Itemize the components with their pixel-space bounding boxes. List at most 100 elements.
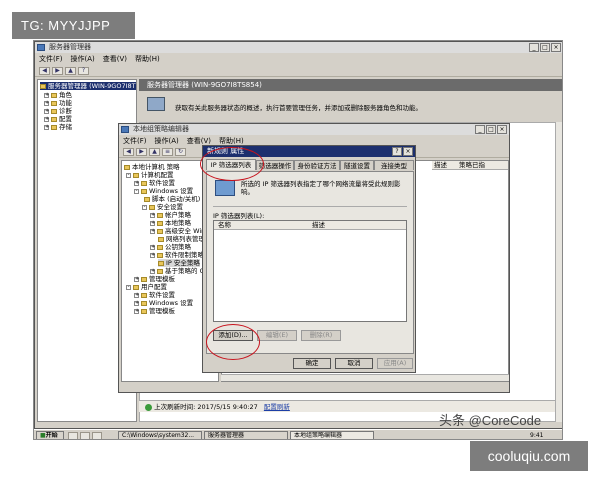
taskbar-item-cmd[interactable]: C:\Windows\system32...	[118, 431, 202, 439]
expand-icon[interactable]: +	[150, 268, 155, 274]
back-icon[interactable]: ◀	[39, 67, 50, 75]
menu-help[interactable]: 帮助(H)	[135, 54, 160, 64]
tree-item-user-software[interactable]: + 软件设置	[134, 291, 175, 299]
collapse-icon[interactable]: -	[142, 204, 147, 210]
ip-filter-list[interactable]: 名称 描述	[213, 220, 407, 322]
minimize-button[interactable]: _	[475, 125, 485, 134]
tree-item-computer-config[interactable]: - 计算机配置	[126, 171, 174, 179]
help-button[interactable]: ?	[392, 147, 402, 156]
script-icon	[144, 196, 150, 202]
menu-view[interactable]: 查看(V)	[103, 54, 127, 64]
tree-item-network-list[interactable]: 网络列表管理	[158, 235, 205, 243]
policy-icon	[124, 164, 130, 170]
maximize-button[interactable]: □	[486, 125, 496, 134]
collapse-icon[interactable]: -	[126, 284, 131, 290]
close-button[interactable]: ×	[551, 43, 561, 52]
expand-icon[interactable]: +	[44, 116, 49, 122]
tree-item-account-policies[interactable]: + 帐户策略	[150, 211, 191, 219]
expand-icon[interactable]: +	[134, 180, 139, 186]
collapse-icon[interactable]: -	[134, 188, 139, 194]
menu-action[interactable]: 操作(A)	[155, 136, 179, 146]
folder-icon	[51, 92, 57, 98]
expand-icon[interactable]: +	[134, 300, 139, 306]
expand-icon[interactable]: +	[150, 220, 155, 226]
close-button[interactable]: ×	[497, 125, 507, 134]
powershell-icon[interactable]	[92, 432, 102, 439]
expand-icon[interactable]: +	[150, 244, 155, 250]
edit-button[interactable]: 编辑(E)	[257, 330, 297, 341]
forward-icon[interactable]: ▶	[52, 67, 63, 75]
expand-icon[interactable]: +	[134, 292, 139, 298]
tree-item-diagnostics[interactable]: + 诊断	[44, 107, 72, 115]
close-button[interactable]: ×	[403, 147, 413, 156]
refresh-icon[interactable]: ↻	[175, 148, 186, 156]
expand-icon[interactable]: +	[150, 252, 155, 258]
tree-item-roles[interactable]: + 角色	[44, 91, 72, 99]
tree-item-scripts[interactable]: 脚本 (启动/关机)	[144, 195, 200, 203]
tree-item-local-policies[interactable]: + 本地策略	[150, 219, 191, 227]
policy-editor-hscroll[interactable]	[221, 374, 509, 381]
policy-list-header: 描述 策略已指	[432, 161, 508, 170]
folder-icon	[141, 276, 147, 282]
taskbar: ■开始 C:\Windows\system32... 服务器管理器 本地组策略编…	[34, 429, 562, 439]
tree-item-local-policy[interactable]: 本地计算机 策略	[124, 163, 180, 171]
cancel-button[interactable]: 取消	[335, 358, 373, 369]
tree-item-software-settings[interactable]: + 软件设置	[134, 179, 175, 187]
properties-icon[interactable]: ≡	[162, 148, 173, 156]
back-icon[interactable]: ◀	[123, 148, 134, 156]
tree-item-features[interactable]: + 功能	[44, 99, 72, 107]
apply-button[interactable]: 应用(A)	[377, 358, 413, 369]
tab-authentication[interactable]: 身份验证方法	[294, 160, 340, 170]
expand-icon[interactable]: +	[44, 108, 49, 114]
column-desc[interactable]: 描述	[312, 221, 325, 230]
taskbar-item-server-manager[interactable]: 服务器管理器	[204, 431, 288, 439]
forward-icon[interactable]: ▶	[136, 148, 147, 156]
column-assigned[interactable]: 策略已指	[459, 161, 485, 169]
ok-button[interactable]: 确定	[293, 358, 331, 369]
tree-item-storage[interactable]: + 存储	[44, 123, 72, 131]
configure-refresh-link[interactable]: 配置刷新	[264, 403, 290, 411]
refresh-icon[interactable]	[145, 403, 152, 411]
taskbar-item-policy-editor[interactable]: 本地组策略编辑器	[290, 431, 374, 439]
tree-item-admin-templates[interactable]: + 管理模板	[134, 275, 175, 283]
tree-item-software-restriction[interactable]: + 软件限制策略	[150, 251, 204, 259]
tree-item-user-config[interactable]: - 用户配置	[126, 283, 167, 291]
help-icon[interactable]: ?	[78, 67, 89, 75]
expand-icon[interactable]: +	[150, 212, 155, 218]
menu-file[interactable]: 文件(F)	[123, 136, 147, 146]
start-button[interactable]: ■开始	[36, 431, 64, 439]
tree-item-user-templates[interactable]: + 管理模板	[134, 307, 175, 315]
expand-icon[interactable]: +	[134, 276, 139, 282]
tree-item-configuration[interactable]: + 配置	[44, 115, 72, 123]
expand-icon[interactable]: +	[44, 92, 49, 98]
tab-connection-type[interactable]: 连接类型	[374, 160, 414, 170]
maximize-button[interactable]: □	[540, 43, 550, 52]
remove-button[interactable]: 删除(R)	[301, 330, 341, 341]
menu-action[interactable]: 操作(A)	[71, 54, 95, 64]
server-manager-scrollbar[interactable]	[555, 122, 562, 422]
server-manager-launch-icon[interactable]	[80, 432, 90, 439]
tree-item-user-windows[interactable]: + Windows 设置	[134, 299, 193, 307]
menu-file[interactable]: 文件(F)	[39, 54, 63, 64]
up-icon[interactable]: ▲	[65, 67, 76, 75]
tree-item-public-key[interactable]: + 公钥策略	[150, 243, 191, 251]
expand-icon[interactable]: +	[150, 228, 155, 234]
tree-item-server-manager[interactable]: 服务器管理器 (WIN-9GO7I8TS854)	[40, 82, 136, 90]
server-manager-title: 服务器管理器	[49, 43, 91, 51]
minimize-button[interactable]: _	[529, 43, 539, 52]
tree-item-security-settings[interactable]: - 安全设置	[142, 203, 183, 211]
expand-icon[interactable]: +	[44, 100, 49, 106]
show-desktop-icon[interactable]	[68, 432, 78, 439]
expand-icon[interactable]: +	[134, 308, 139, 314]
column-description[interactable]: 描述	[434, 161, 447, 169]
folder-icon	[51, 124, 57, 130]
tg-watermark: TG: MYYJJPP	[12, 12, 135, 39]
server-manager-icon	[37, 44, 45, 51]
collapse-icon[interactable]: -	[126, 172, 131, 178]
up-icon[interactable]: ▲	[149, 148, 160, 156]
column-name[interactable]: 名称	[218, 221, 231, 230]
tab-tunnel-settings[interactable]: 隧道设置	[340, 160, 374, 170]
expand-icon[interactable]: +	[44, 124, 49, 130]
tree-item-windows-settings[interactable]: - Windows 设置	[134, 187, 193, 195]
tree-item-ip-security[interactable]: IP 安全策略	[158, 259, 200, 267]
